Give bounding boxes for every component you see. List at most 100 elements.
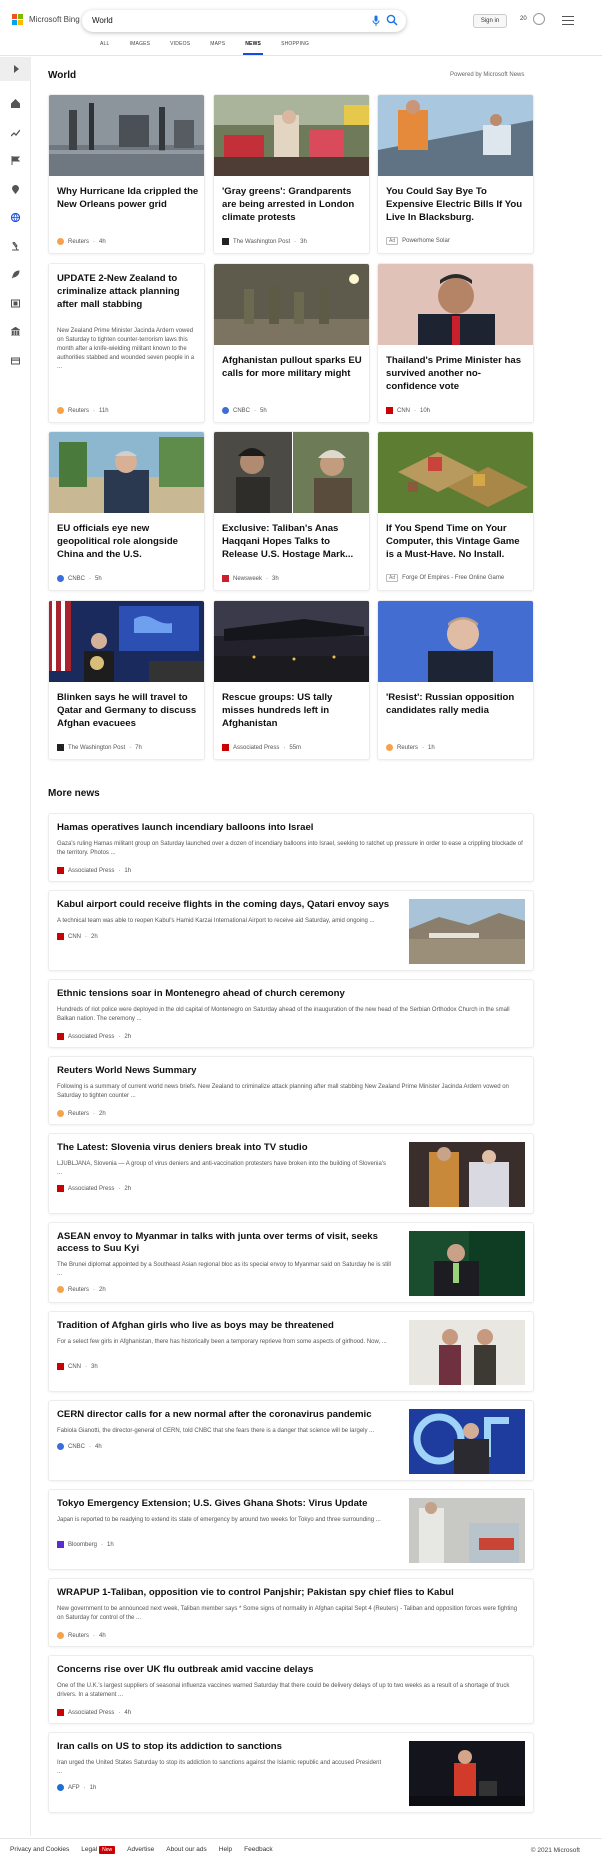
article-title[interactable]: Hamas operatives launch incendiary ballo…	[57, 822, 313, 834]
article-title[interactable]: The Latest: Slovenia virus deniers break…	[57, 1142, 397, 1154]
news-card[interactable]: UPDATE 2-New Zealand to criminalize atta…	[48, 263, 205, 423]
article-title[interactable]: ASEAN envoy to Myanmar in talks with jun…	[57, 1231, 397, 1255]
page-footer: Privacy and Cookies Legal New Advertise A…	[0, 1838, 602, 1861]
rocket-icon[interactable]	[10, 269, 20, 279]
article-title[interactable]: Rescue groups: US tally misses hundreds …	[222, 691, 364, 730]
footer-link-privacy[interactable]: Privacy and Cookies	[10, 1846, 69, 1854]
source-time: 5h	[260, 407, 267, 414]
tab-images[interactable]: IMAGES	[120, 41, 161, 55]
source-name: Reuters	[68, 407, 90, 414]
source-name: Associated Press	[68, 1185, 115, 1192]
news-card[interactable]: Rescue groups: US tally misses hundreds …	[213, 600, 370, 760]
chevron-right-icon[interactable]	[0, 57, 31, 81]
ap-logo-icon	[57, 1033, 64, 1040]
list-item[interactable]: Ethnic tensions soar in Montenegro ahead…	[48, 979, 534, 1048]
trending-icon[interactable]	[10, 127, 20, 137]
search-input[interactable]: World	[92, 16, 113, 25]
article-source: Associated Press · 4h	[57, 1709, 131, 1716]
article-title[interactable]: UPDATE 2-New Zealand to criminalize atta…	[57, 272, 199, 311]
tab-videos[interactable]: VIDEOS	[160, 41, 200, 55]
article-title[interactable]: Afghanistan pullout sparks EU calls for …	[222, 354, 364, 380]
reuters-logo-icon	[57, 1110, 64, 1117]
article-thumbnail	[409, 1320, 525, 1385]
list-item[interactable]: Tradition of Afghan girls who live as bo…	[48, 1311, 534, 1392]
tab-all[interactable]: ALL	[90, 41, 120, 55]
source-name: Bloomberg	[68, 1541, 98, 1548]
list-item[interactable]: Concerns rise over UK flu outbreak amid …	[48, 1655, 534, 1724]
microscope-icon[interactable]	[10, 241, 20, 251]
news-card[interactable]: 'Gray greens': Grandparents are being ar…	[213, 94, 370, 254]
footer-link-advertise[interactable]: Advertise	[127, 1846, 154, 1854]
article-title[interactable]: Why Hurricane Ida crippled the New Orlea…	[57, 185, 199, 211]
article-title[interactable]: Tokyo Emergency Extension; U.S. Gives Gh…	[57, 1498, 397, 1510]
source-time: 5h	[95, 575, 102, 582]
article-title[interactable]: WRAPUP 1-Taliban, opposition vie to cont…	[57, 1587, 454, 1599]
ad-card[interactable]: You Could Say Bye To Expensive Electric …	[377, 94, 534, 254]
article-description: Iran urged the United States Saturday to…	[57, 1760, 382, 1775]
tab-news[interactable]: NEWS	[235, 41, 271, 55]
globe-icon[interactable]	[10, 212, 20, 222]
tab-shopping[interactable]: SHOPPING	[271, 41, 319, 55]
source-name: Reuters	[68, 238, 90, 245]
article-title[interactable]: EU officials eye new geopolitical role a…	[57, 522, 199, 561]
article-title[interactable]: Ethnic tensions soar in Montenegro ahead…	[57, 988, 345, 1000]
search-box[interactable]: World	[82, 10, 406, 32]
ad-title[interactable]: If You Spend Time on Your Computer, this…	[386, 522, 528, 561]
footer-link-about-ads[interactable]: About our ads	[166, 1846, 206, 1854]
article-title[interactable]: Iran calls on US to stop its addiction t…	[57, 1741, 397, 1753]
news-card[interactable]: Why Hurricane Ida crippled the New Orlea…	[48, 94, 205, 254]
flag-icon[interactable]	[10, 155, 20, 165]
search-icon[interactable]	[386, 14, 398, 26]
article-title[interactable]: Concerns rise over UK flu outbreak amid …	[57, 1664, 313, 1676]
list-item[interactable]: ASEAN envoy to Myanmar in talks with jun…	[48, 1222, 534, 1303]
article-source: Reuters · 1h	[386, 744, 435, 751]
list-item[interactable]: WRAPUP 1-Taliban, opposition vie to cont…	[48, 1578, 534, 1647]
news-card[interactable]: Exclusive: Taliban's Anas Haqqani Hopes …	[213, 431, 370, 591]
location-pin-icon[interactable]	[10, 184, 20, 194]
footer-link-feedback[interactable]: Feedback	[244, 1846, 273, 1854]
tab-maps[interactable]: MAPS	[200, 41, 235, 55]
article-description: LJUBLJANA, Slovenia — A group of virus d…	[57, 1161, 387, 1176]
source-name: CNN	[68, 933, 81, 940]
footer-link-help[interactable]: Help	[219, 1846, 232, 1854]
list-item[interactable]: Tokyo Emergency Extension; U.S. Gives Gh…	[48, 1489, 534, 1570]
news-card[interactable]: Blinken says he will travel to Qatar and…	[48, 600, 205, 760]
list-item[interactable]: Hamas operatives launch incendiary ballo…	[48, 813, 534, 882]
source-name: Reuters	[68, 1286, 90, 1293]
ad-title[interactable]: You Could Say Bye To Expensive Electric …	[386, 185, 528, 224]
list-item[interactable]: Kabul airport could receive flights in t…	[48, 890, 534, 971]
hamburger-menu-icon[interactable]	[562, 16, 574, 25]
article-description: New government to be announced next week…	[57, 1606, 518, 1621]
list-item[interactable]: CERN director calls for a new normal aft…	[48, 1400, 534, 1481]
film-icon[interactable]	[10, 298, 20, 308]
news-card[interactable]: EU officials eye new geopolitical role a…	[48, 431, 205, 591]
article-title[interactable]: Kabul airport could receive flights in t…	[57, 899, 397, 911]
list-item[interactable]: Iran calls on US to stop its addiction t…	[48, 1732, 534, 1813]
rewards-trophy-icon[interactable]	[533, 13, 545, 25]
microphone-icon[interactable]	[372, 15, 380, 27]
source-time: 7h	[135, 744, 142, 751]
rewards-points[interactable]: 20	[520, 16, 527, 22]
home-icon[interactable]	[10, 98, 20, 108]
article-title[interactable]: 'Gray greens': Grandparents are being ar…	[222, 185, 364, 224]
list-item[interactable]: The Latest: Slovenia virus deniers break…	[48, 1133, 534, 1214]
article-title[interactable]: Tradition of Afghan girls who live as bo…	[57, 1320, 397, 1332]
article-title[interactable]: Thailand's Prime Minister has survived a…	[386, 354, 528, 393]
list-item[interactable]: Reuters World News Summary Following is …	[48, 1056, 534, 1125]
article-title[interactable]: CERN director calls for a new normal aft…	[57, 1409, 397, 1421]
ad-card[interactable]: If You Spend Time on Your Computer, this…	[377, 431, 534, 591]
bing-logo[interactable]: Microsoft Bing	[12, 14, 80, 25]
article-title[interactable]: Exclusive: Taliban's Anas Haqqani Hopes …	[222, 522, 364, 561]
news-card[interactable]: 'Resist': Russian opposition candidates …	[377, 600, 534, 760]
article-title[interactable]: Blinken says he will travel to Qatar and…	[57, 691, 199, 730]
article-title[interactable]: 'Resist': Russian opposition candidates …	[386, 691, 528, 717]
wallet-icon[interactable]	[10, 355, 20, 365]
news-card[interactable]: Thailand's Prime Minister has survived a…	[377, 263, 534, 423]
powered-by-text[interactable]: Powered by Microsoft News	[450, 72, 524, 78]
news-card[interactable]: Afghanistan pullout sparks EU calls for …	[213, 263, 370, 423]
footer-link-legal[interactable]: Legal	[81, 1846, 97, 1853]
new-badge: New	[99, 1846, 116, 1854]
sign-in-button[interactable]: Sign in	[473, 14, 507, 28]
article-title[interactable]: Reuters World News Summary	[57, 1065, 197, 1077]
building-icon[interactable]	[10, 326, 20, 336]
